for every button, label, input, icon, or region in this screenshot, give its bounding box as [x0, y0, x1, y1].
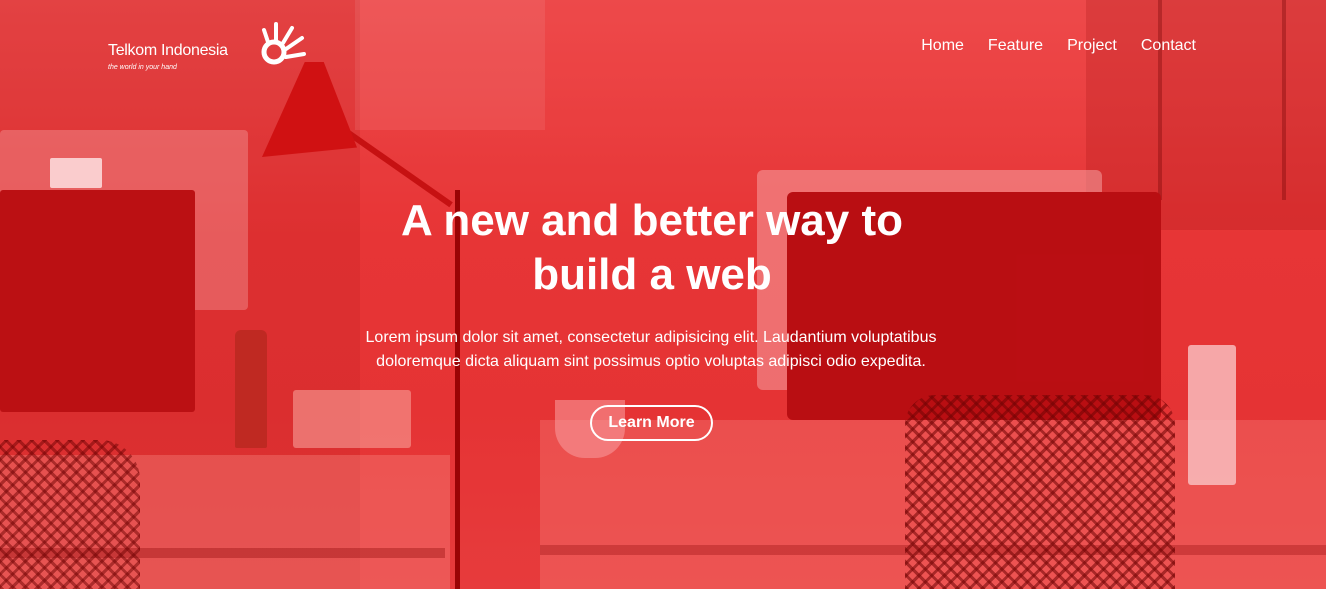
- brand-tagline: the world in your hand: [108, 64, 177, 71]
- navbar: Telkom Indonesia the world in your hand …: [0, 0, 1326, 90]
- hero-description: Lorem ipsum dolor sit amet, consectetur …: [365, 329, 937, 370]
- nav-contact[interactable]: Contact: [1141, 37, 1196, 55]
- nav-project[interactable]: Project: [1067, 37, 1117, 55]
- nav-home[interactable]: Home: [921, 37, 964, 55]
- telkom-hand-icon: [261, 22, 306, 65]
- nav-feature[interactable]: Feature: [988, 37, 1043, 55]
- hero-section: Telkom Indonesia the world in your hand …: [0, 0, 1326, 589]
- main-nav: Home Feature Project Contact: [921, 37, 1196, 55]
- hero-title: A new and better way to build a web: [400, 196, 903, 299]
- brand-name: Telkom Indonesia: [108, 42, 228, 59]
- learn-more-button[interactable]: Learn More: [590, 405, 713, 441]
- brand-logo[interactable]: Telkom Indonesia the world in your hand: [108, 20, 318, 76]
